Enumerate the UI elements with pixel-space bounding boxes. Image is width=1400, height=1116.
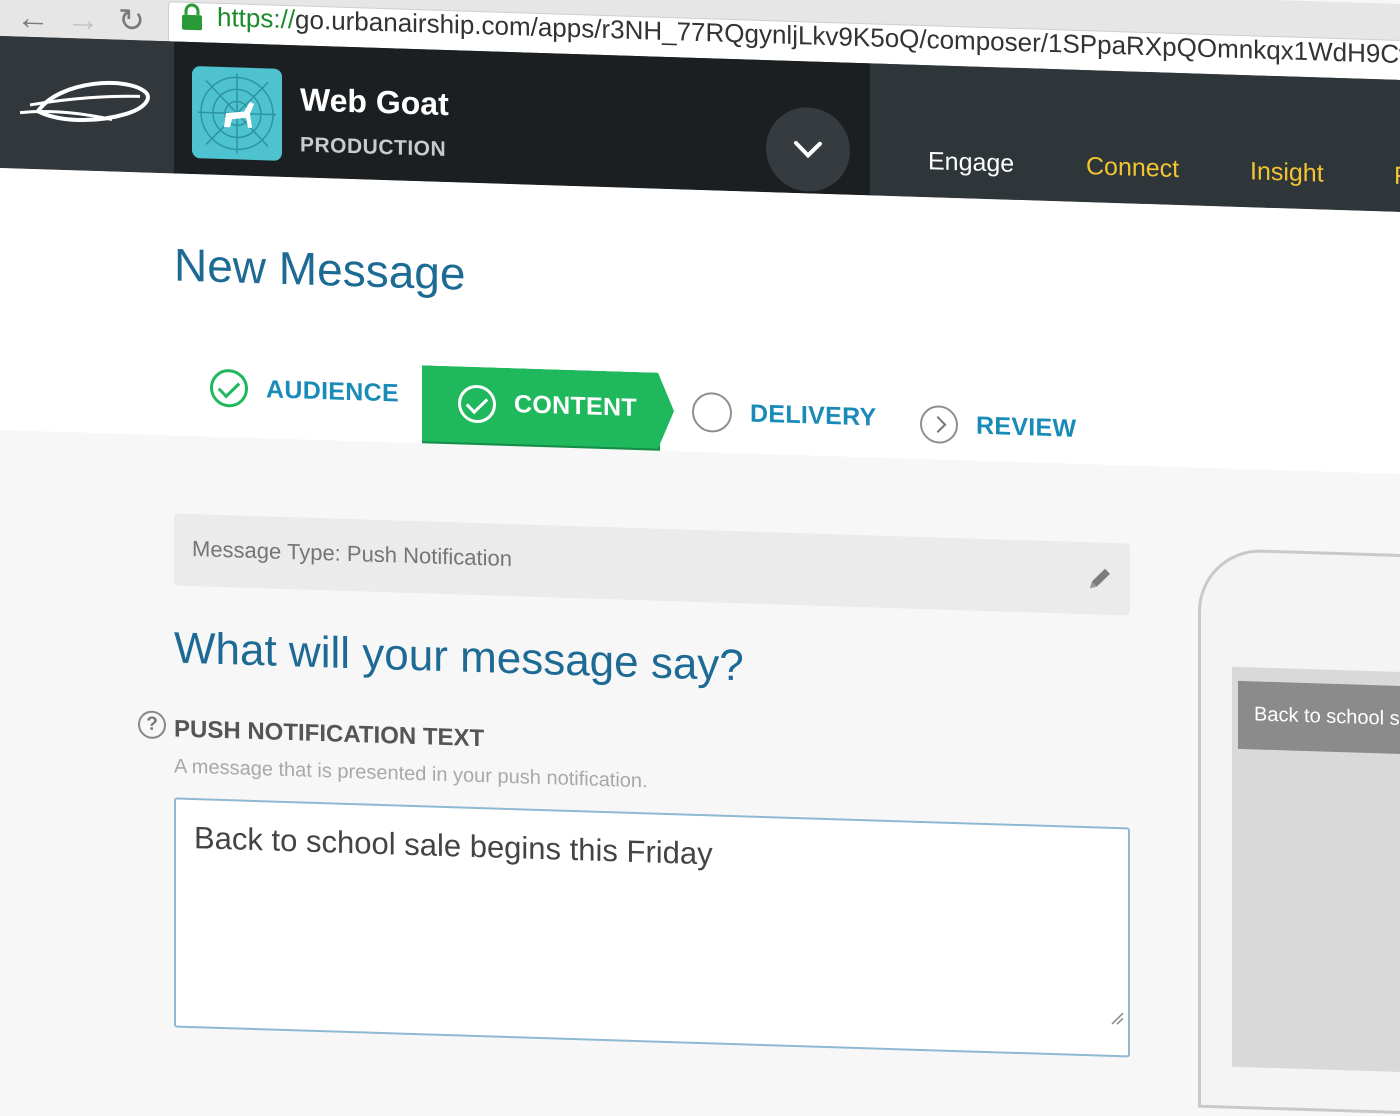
reload-icon[interactable]: ↻	[118, 2, 145, 39]
step-review[interactable]: REVIEW	[920, 404, 1077, 448]
nav-insight[interactable]: Insight	[1250, 157, 1324, 188]
push-text-input[interactable]: Back to school sale begins this Friday	[174, 797, 1130, 1058]
back-arrow-icon[interactable]: ←	[16, 0, 50, 38]
message-type-bar[interactable]: Message Type: Push Notification	[174, 513, 1130, 616]
check-circle-icon	[458, 384, 496, 423]
step-content[interactable]: CONTENT	[422, 365, 674, 449]
preview-notification: Back to school sa	[1238, 680, 1400, 756]
app-switcher: Web Goat PRODUCTION	[174, 41, 870, 196]
app-environment: PRODUCTION	[300, 133, 447, 162]
nav-connect[interactable]: Connect	[1086, 152, 1179, 184]
step-label: DELIVERY	[750, 399, 877, 432]
page-title: New Message	[174, 238, 466, 300]
blimp-logo-icon	[19, 81, 150, 122]
preview-notification-text: Back to school sa	[1254, 703, 1400, 731]
urbanairship-logo[interactable]	[0, 36, 174, 174]
app-window: ← → ↻ https://go.urbanairship.com/apps/r…	[0, 0, 1400, 1116]
app-name: Web Goat	[300, 81, 449, 123]
section-heading: What will your message say?	[174, 623, 744, 691]
step-audience[interactable]: AUDIENCE	[210, 368, 399, 413]
app-icon[interactable]	[192, 66, 282, 161]
step-label: REVIEW	[976, 411, 1077, 443]
resize-handle-icon[interactable]	[1110, 1011, 1124, 1025]
step-label: CONTENT	[514, 390, 637, 423]
step-delivery[interactable]: DELIVERY	[692, 391, 877, 438]
chevron-right-circle-icon	[920, 404, 958, 445]
push-text-help: A message that is presented in your push…	[174, 755, 648, 793]
message-type-text: Message Type: Push Notification	[192, 536, 512, 572]
url-protocol: https://	[217, 1, 296, 35]
app-switcher-button[interactable]	[766, 106, 850, 193]
step-label: AUDIENCE	[266, 374, 399, 408]
empty-circle-icon	[692, 391, 732, 434]
main-nav: Engage Connect Insight F	[870, 63, 1400, 225]
forward-arrow-icon[interactable]: →	[66, 0, 100, 39]
spiderweb-goat-icon	[198, 73, 276, 154]
pencil-icon[interactable]	[1086, 564, 1114, 593]
push-text-label: PUSH NOTIFICATION TEXT	[174, 715, 485, 753]
chevron-down-icon	[794, 141, 822, 159]
nav-engage[interactable]: Engage	[928, 147, 1014, 179]
help-icon[interactable]: ?	[138, 710, 166, 740]
push-text-value: Back to school sale begins this Friday	[194, 820, 713, 872]
nav-more[interactable]: F	[1394, 162, 1400, 191]
check-circle-icon	[210, 368, 248, 408]
lock-icon	[182, 3, 202, 31]
